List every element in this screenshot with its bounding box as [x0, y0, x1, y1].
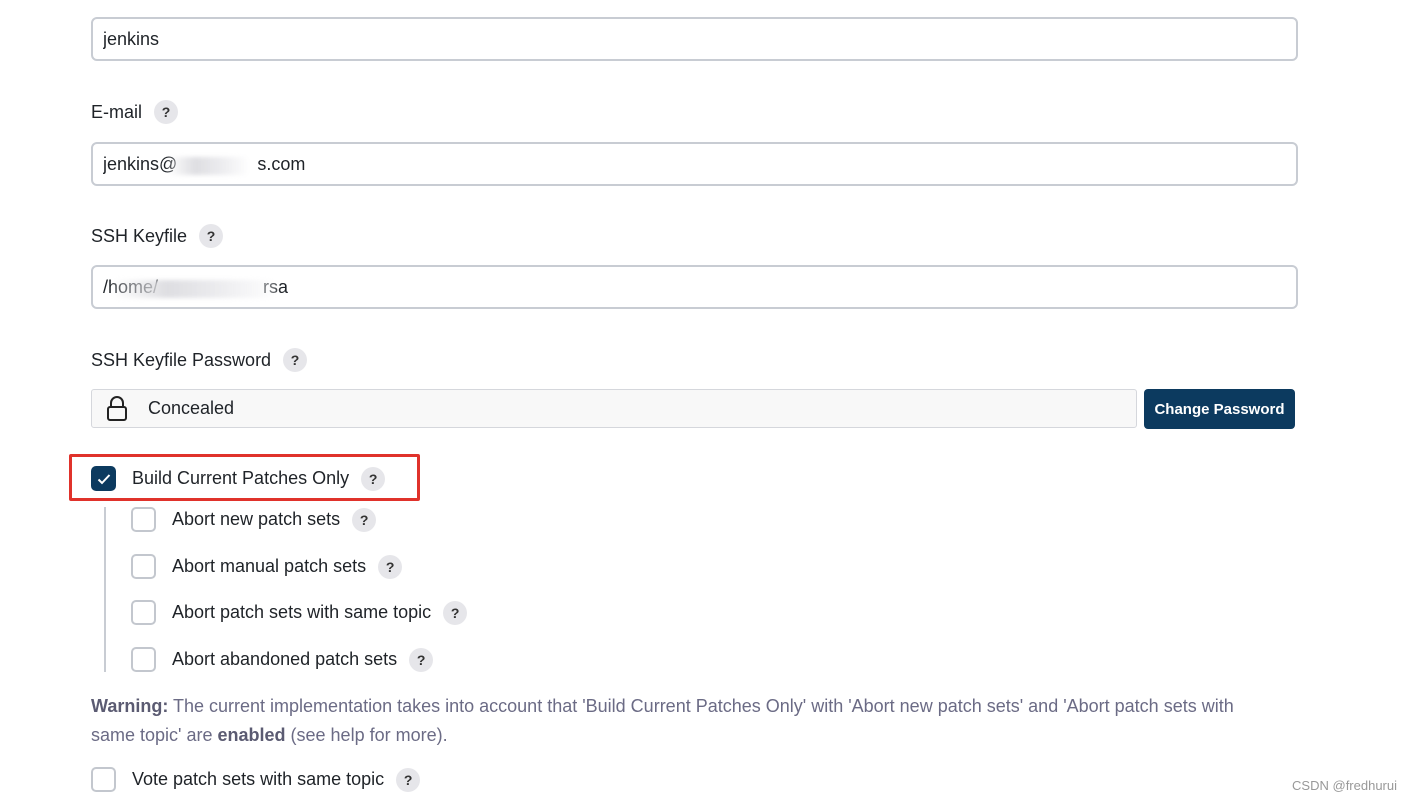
abort-abandoned-help-icon[interactable]: ?	[409, 647, 434, 672]
vote-patch-sets-help-icon[interactable]: ?	[396, 767, 421, 792]
ssh-keyfile-label-row: SSH Keyfile ?	[91, 224, 224, 248]
abort-same-topic-label: Abort patch sets with same topic	[172, 602, 432, 622]
build-current-patches-help-icon[interactable]: ?	[361, 466, 386, 491]
ssh-password-help-icon[interactable]: ?	[283, 348, 308, 372]
vote-patch-sets-label: Vote patch sets with same topic	[132, 769, 385, 789]
abort-manual-patch-sets-row: Abort manual patch sets ?	[131, 554, 403, 579]
abort-same-topic-row: Abort patch sets with same topic ?	[131, 600, 468, 625]
abort-manual-patch-sets-label: Abort manual patch sets	[172, 556, 367, 576]
abort-new-patch-sets-checkbox[interactable]	[131, 507, 156, 532]
warning-bold: enabled	[217, 725, 286, 745]
warning-prefix: Warning:	[91, 696, 169, 716]
email-label-row: E-mail ?	[91, 100, 179, 124]
abort-abandoned-checkbox[interactable]	[131, 647, 156, 672]
email-help-icon[interactable]: ?	[154, 100, 179, 124]
build-current-patches-label: Build Current Patches Only	[132, 468, 350, 488]
build-current-patches-checkbox[interactable]	[91, 466, 116, 491]
change-password-button[interactable]: Change Password	[1144, 389, 1295, 429]
abort-same-topic-checkbox[interactable]	[131, 600, 156, 625]
build-current-patches-row: Build Current Patches Only ?	[91, 466, 386, 491]
lock-icon	[107, 395, 127, 421]
abort-manual-patch-sets-checkbox[interactable]	[131, 554, 156, 579]
email-label: E-mail	[91, 101, 143, 122]
ssh-keyfile-help-icon[interactable]: ?	[199, 224, 224, 248]
ssh-keyfile-input[interactable]	[91, 265, 1298, 309]
watermark: CSDN @fredhurui	[1292, 778, 1397, 793]
abort-new-patch-sets-label: Abort new patch sets	[172, 509, 341, 529]
warning-text-2: (see help for more).	[285, 725, 448, 745]
concealed-text: Concealed	[148, 398, 235, 418]
vote-patch-sets-checkbox[interactable]	[91, 767, 116, 792]
concealed-password-field: Concealed	[91, 389, 1137, 428]
abort-abandoned-row: Abort abandoned patch sets ?	[131, 647, 434, 672]
username-input[interactable]	[91, 17, 1298, 61]
ssh-keyfile-label: SSH Keyfile	[91, 225, 188, 246]
abort-abandoned-label: Abort abandoned patch sets	[172, 649, 398, 669]
nested-options-guide	[104, 507, 106, 672]
warning-message: Warning: The current implementation take…	[91, 692, 1281, 750]
ssh-password-label: SSH Keyfile Password	[91, 349, 272, 370]
abort-new-patch-sets-row: Abort new patch sets ?	[131, 507, 377, 532]
abort-new-patch-sets-help-icon[interactable]: ?	[352, 507, 377, 532]
gerrit-settings-form: E-mail ? SSH Keyfile ? SSH Keyfile Passw…	[0, 0, 1411, 801]
vote-patch-sets-row: Vote patch sets with same topic ?	[91, 767, 421, 792]
abort-same-topic-help-icon[interactable]: ?	[443, 600, 468, 625]
ssh-password-label-row: SSH Keyfile Password ?	[91, 348, 308, 372]
checkmark-icon	[97, 473, 110, 484]
email-input[interactable]	[91, 142, 1298, 186]
abort-manual-patch-sets-help-icon[interactable]: ?	[378, 554, 403, 579]
